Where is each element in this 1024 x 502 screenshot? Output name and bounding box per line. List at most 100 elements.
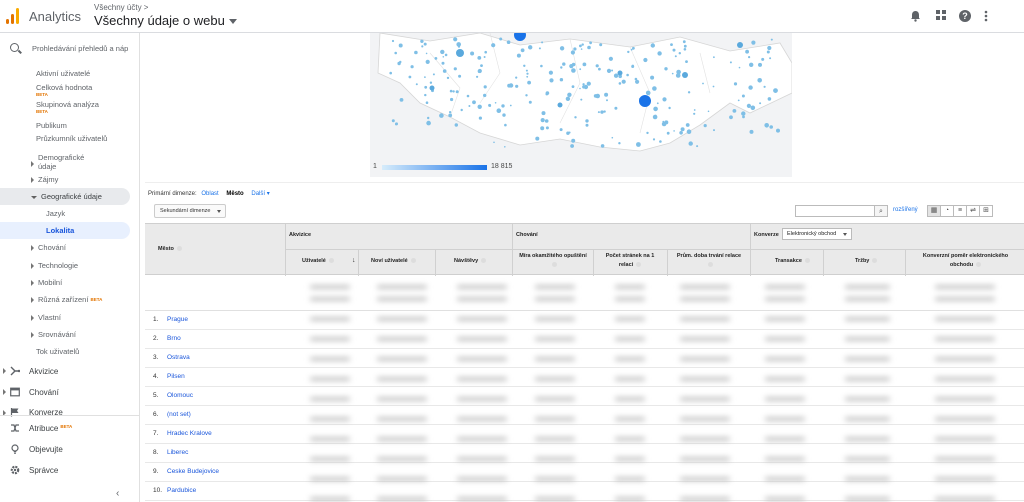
column-header-bounce-rate[interactable]: Míra okamžitého opuštění: [516, 252, 590, 270]
blurred-value: [535, 457, 575, 461]
help-icon[interactable]: [636, 262, 642, 268]
performance-view-icon[interactable]: ≡: [953, 205, 967, 217]
column-header-avg-session-duration[interactable]: Prům. doba trvání relace: [671, 252, 747, 270]
more-vert-icon[interactable]: [984, 10, 988, 22]
bell-icon[interactable]: [910, 10, 921, 22]
blurred-value: [935, 437, 995, 441]
column-header-sessions[interactable]: Návštěvy: [454, 258, 487, 264]
report-search[interactable]: Prohledávání přehledů a náp: [0, 33, 139, 65]
search-icon[interactable]: ⌕: [874, 205, 888, 217]
map-city-bubble[interactable]: [617, 70, 623, 76]
city-link[interactable]: Ceske Budejovice: [167, 468, 219, 475]
map-city-bubble[interactable]: [429, 85, 435, 91]
city-link[interactable]: Pilsen: [167, 373, 185, 380]
pivot-view-icon[interactable]: ⊞: [979, 205, 993, 217]
help-icon[interactable]: [328, 258, 334, 264]
analytics-logo-icon[interactable]: [6, 8, 20, 24]
help-icon[interactable]: [872, 258, 878, 264]
pie-view-icon[interactable]: ◔: [940, 205, 954, 217]
sidebar-item-lifetime-value[interactable]: Celková hodnota BETA: [36, 83, 92, 97]
city-link[interactable]: Brno: [167, 335, 181, 342]
dimension-city-selected[interactable]: Město: [226, 191, 243, 197]
column-header-label: Transakce: [775, 258, 802, 264]
column-header-ecommerce-conversion-rate[interactable]: Konverzní poměr elektronického obchodu: [907, 252, 1024, 270]
column-header-users[interactable]: Uživatelé: [302, 258, 334, 264]
search-input[interactable]: Prohledávání přehledů a náp: [32, 44, 128, 53]
sidebar-item-active-users[interactable]: Aktivní uživatelé: [36, 69, 90, 78]
blurred-value: [535, 317, 575, 321]
map-city-bubble[interactable]: [557, 102, 563, 108]
help-icon[interactable]: [481, 258, 487, 264]
city-link[interactable]: Olomouc: [167, 392, 193, 399]
city-link[interactable]: Pardubice: [167, 487, 196, 494]
sidebar-item-cross-device[interactable]: Různá zařízení BETA: [31, 295, 102, 304]
view-selector[interactable]: Všechny údaje o webu: [94, 13, 237, 28]
sidebar-item-cohort[interactable]: Skupinová analýza BETA: [36, 100, 99, 114]
blurred-value: [377, 497, 427, 501]
blurred-value: [765, 457, 805, 461]
table-view-icon[interactable]: ▦: [927, 205, 941, 217]
sidebar-item-demographics[interactable]: Demografické údaje: [31, 153, 98, 171]
help-icon[interactable]: [410, 258, 416, 264]
sidebar-item-audiences[interactable]: Publikum: [36, 121, 67, 130]
map-city-bubble[interactable]: [682, 72, 688, 78]
sidebar-item-behavior[interactable]: Chování: [31, 243, 66, 252]
help-icon[interactable]: [976, 262, 982, 268]
help-icon[interactable]: [804, 258, 810, 264]
sidebar-item-user-explorer[interactable]: Průzkumník uživatelů: [36, 134, 116, 143]
column-header-pages-per-session[interactable]: Počet stránek na 1 relaci: [594, 252, 666, 270]
column-header-revenue[interactable]: Tržby: [855, 258, 878, 264]
map-dot: [742, 115, 745, 119]
map-city-bubble[interactable]: [639, 95, 651, 107]
collapse-sidebar-icon[interactable]: ‹: [116, 488, 119, 499]
column-header-label: Uživatelé: [302, 258, 326, 264]
help-icon[interactable]: [708, 262, 713, 268]
blurred-value: [845, 457, 890, 461]
sidebar-item-interests[interactable]: Zájmy: [31, 175, 58, 184]
sidebar-item-geo[interactable]: Geografické údaje: [31, 192, 102, 201]
column-header-new-users[interactable]: Noví uživatelé: [371, 258, 416, 264]
sidebar-item-language[interactable]: Jazyk: [46, 209, 65, 218]
map-dot: [494, 102, 497, 104]
table-search-input[interactable]: [795, 205, 875, 217]
help-icon[interactable]: ?: [959, 10, 971, 22]
geo-map[interactable]: [370, 33, 792, 177]
city-link[interactable]: Hradec Kralove: [167, 430, 212, 437]
help-icon[interactable]: [176, 246, 182, 252]
city-link[interactable]: Ostrava: [167, 354, 190, 361]
expand-icon: [31, 280, 34, 287]
blurred-value: [680, 297, 730, 301]
city-link[interactable]: (not set): [167, 411, 191, 418]
map-city-bubble[interactable]: [737, 42, 743, 48]
blurred-value: [310, 337, 350, 341]
map-city-bubble[interactable]: [514, 33, 526, 41]
sidebar-item-users-flow[interactable]: Tok uživatelů: [36, 347, 79, 356]
sidebar-item-location[interactable]: Lokalita: [46, 226, 74, 235]
sidebar-item-technology[interactable]: Technologie: [31, 261, 78, 270]
account-breadcrumb[interactable]: Všechny účty >: [94, 3, 148, 12]
blurred-value: [377, 297, 427, 301]
city-link[interactable]: Prague: [167, 316, 188, 323]
map-dot: [598, 67, 601, 71]
sidebar-item-benchmarking[interactable]: Srovnávání: [31, 330, 76, 339]
sidebar-item-mobile[interactable]: Mobilní: [31, 278, 62, 287]
sort-desc-icon[interactable]: ↓: [352, 257, 356, 264]
dimension-area-link[interactable]: Oblast: [201, 191, 218, 197]
blurred-value: [680, 285, 730, 289]
comparison-view-icon[interactable]: ⇌: [966, 205, 980, 217]
apps-grid-icon[interactable]: [936, 10, 946, 20]
help-icon[interactable]: [552, 262, 557, 268]
map-dot: [549, 78, 554, 83]
column-header-city[interactable]: Město: [158, 246, 182, 252]
row-number: 7.: [153, 430, 159, 437]
secondary-dimension-dropdown[interactable]: Sekundární dimenze: [154, 204, 226, 218]
dimension-more-link[interactable]: Další ▾: [251, 191, 269, 197]
map-city-bubble[interactable]: [456, 49, 464, 57]
map-dot: [421, 45, 424, 48]
conversion-type-dropdown[interactable]: Elektronický obchod: [782, 228, 852, 240]
advanced-filter-link[interactable]: rozšířený: [893, 207, 918, 213]
sidebar-item-custom[interactable]: Vlastní: [31, 313, 61, 322]
city-link[interactable]: Liberec: [167, 449, 188, 456]
column-header-transactions[interactable]: Transakce: [775, 258, 810, 264]
sidebar-item-label: Skupinová analýza: [36, 100, 99, 109]
